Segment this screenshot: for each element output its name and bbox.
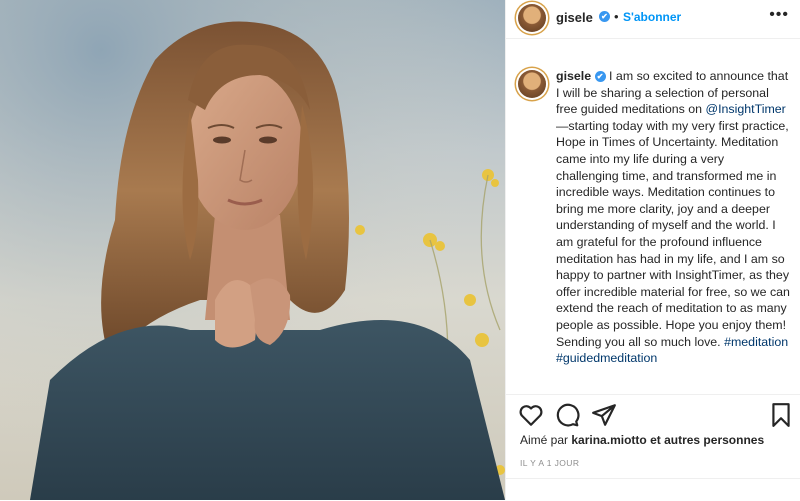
post-side-panel: gisele ✔ • S'abonner ••• gisele ✔ I am s… [505,0,800,500]
verified-badge-icon: ✔ [599,11,610,22]
likes-others[interactable]: et autres personnes [650,433,764,447]
likes-prefix: Aimé par [520,433,569,447]
share-icon[interactable] [591,402,617,428]
liker-username[interactable]: karina.miotto [571,433,646,447]
heart-icon[interactable] [518,402,544,428]
caption-block: gisele ✔ I am so excited to announce tha… [506,38,800,395]
action-bar [506,395,800,435]
verified-badge-icon: ✔ [594,71,606,82]
portrait-image [0,0,505,500]
likes-summary: Aimé par karina.miotto et autres personn… [520,433,764,447]
bookmark-icon[interactable] [768,402,794,428]
hashtag-meditation[interactable]: #meditation [724,335,788,349]
hashtag-guidedmeditation[interactable]: #guidedmeditation [556,351,657,365]
add-comment-area[interactable] [506,478,800,501]
header-username[interactable]: gisele [556,10,593,25]
caption-avatar[interactable] [518,70,546,98]
caption-part2: —starting today with my very first pract… [556,118,790,349]
mention-link[interactable]: @InsightTimer [706,102,786,116]
post-photo[interactable] [0,0,505,500]
caption-text: gisele ✔ I am so excited to announce tha… [556,68,790,367]
comment-icon[interactable] [554,402,580,428]
avatar[interactable] [518,4,546,32]
caption-username[interactable]: gisele [556,69,591,83]
post-header: gisele ✔ • S'abonner ••• [506,0,800,39]
separator-dot: • [614,9,619,24]
more-options-icon[interactable]: ••• [769,6,789,24]
follow-button[interactable]: S'abonner [623,10,681,24]
post-timestamp[interactable]: IL Y A 1 JOUR [520,458,579,468]
